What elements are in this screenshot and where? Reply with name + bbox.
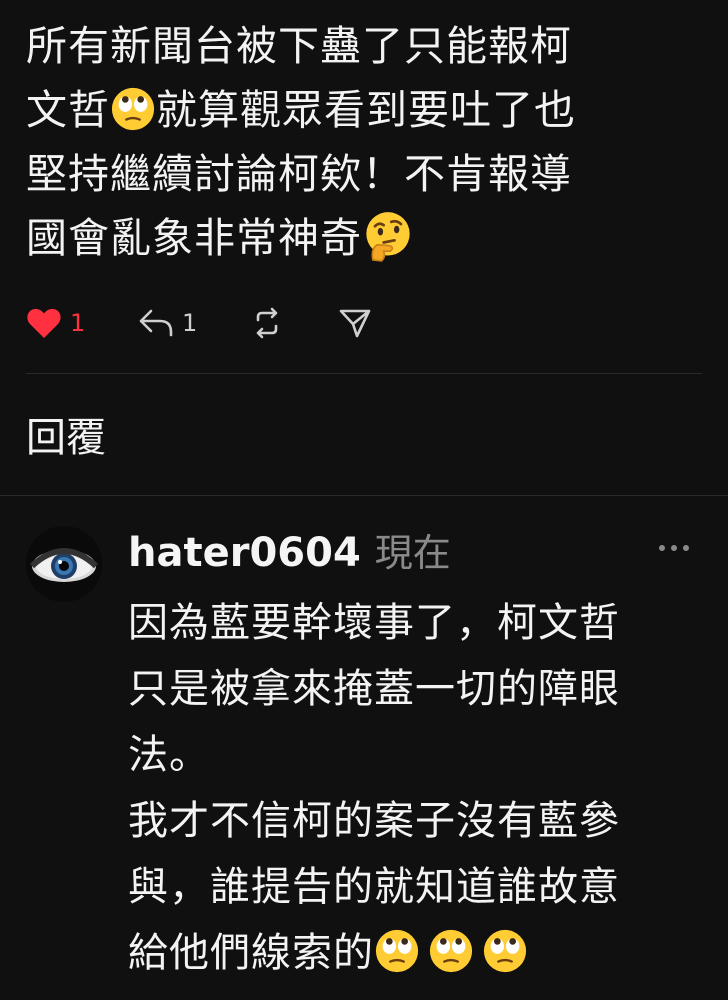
reply-line: 與，誰提告的就知道誰故意: [128, 864, 620, 910]
post-line: 文哲 就算觀眾看到要吐了也: [26, 78, 696, 142]
reply-line: 我才不信柯的案子沒有藍參: [128, 798, 620, 844]
post-actions: 1 1: [26, 300, 372, 346]
thinking-face-icon: [366, 212, 410, 262]
reply-line: 給他們線索的: [128, 920, 708, 986]
section-divider: [0, 495, 728, 496]
more-options-button[interactable]: [654, 536, 694, 560]
post-line-text: 國會亂象非常神奇: [26, 214, 362, 262]
post-line: 國會亂象非常神奇: [26, 206, 696, 270]
post-line-text: 文哲: [26, 86, 110, 134]
face-with-rolling-eyes-icon: [483, 929, 527, 973]
reply-line: 法。: [128, 732, 210, 778]
reply-text: 因為藍要幹壞事了，柯文哲 只是被拿來掩蓋一切的障眼 法。 我才不信柯的案子沒有藍…: [128, 590, 708, 986]
post-text: 所有新聞台被下蠱了只能報柯 文哲 就算觀眾看到要吐了也 堅持繼續討論柯欸！不肯報導…: [26, 14, 696, 270]
repost-button[interactable]: [250, 300, 338, 346]
post-line: 堅持繼續討論柯欸！不肯報導: [26, 150, 572, 198]
replies-heading: 回覆: [26, 415, 106, 461]
timestamp: 現在: [374, 531, 451, 575]
avatar[interactable]: [26, 526, 102, 602]
eye-avatar-icon: [26, 526, 102, 602]
face-with-rolling-eyes-icon: [375, 929, 419, 973]
post-line-text: 就算觀眾看到要吐了也: [156, 86, 576, 134]
reply-line: 只是被拿來掩蓋一切的障眼: [128, 666, 620, 712]
post-line: 所有新聞台被下蠱了只能報柯: [26, 22, 572, 70]
share-button[interactable]: [338, 300, 372, 346]
like-count: 1: [70, 309, 86, 337]
more-icon: [659, 545, 689, 551]
reply-line: 因為藍要幹壞事了，柯文哲: [128, 600, 620, 646]
face-with-rolling-eyes-icon: [111, 87, 155, 131]
reply-header: hater0604 現在: [128, 522, 451, 582]
face-with-rolling-eyes-icon: [429, 929, 473, 973]
reply-count: 1: [182, 309, 198, 337]
username[interactable]: hater0604: [128, 530, 361, 576]
section-divider: [26, 373, 702, 374]
heart-icon: [27, 308, 61, 338]
repost-icon: [256, 307, 278, 339]
like-button[interactable]: 1: [26, 300, 138, 346]
reply-button[interactable]: 1: [138, 300, 250, 346]
send-icon: [339, 309, 371, 338]
reply-icon: [139, 309, 173, 337]
reply-line-text: 給他們線索的: [128, 930, 374, 976]
